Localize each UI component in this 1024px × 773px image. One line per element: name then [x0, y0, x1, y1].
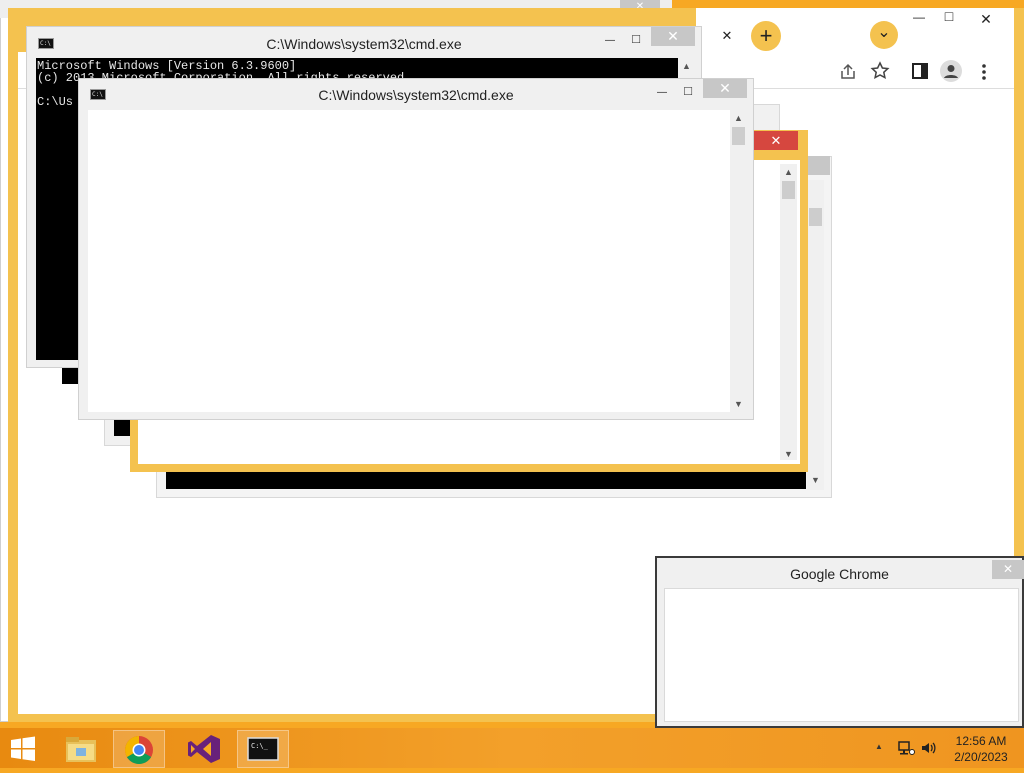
cmd-window-1-console-corner [62, 368, 78, 384]
google-chrome-dialog-title: Google Chrome [790, 566, 889, 582]
yellow-frame-scrollbar-thumb[interactable] [782, 181, 795, 199]
volume-icon[interactable] [920, 740, 938, 756]
new-tab-button[interactable]: + [751, 21, 781, 51]
menu-icon[interactable] [976, 62, 992, 82]
chrome-icon [125, 736, 153, 764]
cmd-window-2-scrollbar[interactable]: ▲ ▼ [730, 110, 747, 412]
chevron-down-icon: ⌄ [877, 24, 891, 41]
cmd-window-2-maximize-button[interactable]: □ [673, 81, 703, 101]
cmd-window-2-close-button[interactable]: ✕ [703, 79, 747, 98]
yellow-frame-scroll-up-arrow[interactable]: ▲ [780, 164, 797, 180]
network-icon[interactable] [897, 740, 915, 756]
cmd-window-2-scroll-down-arrow[interactable]: ▼ [730, 396, 747, 412]
side-panel-icon[interactable] [911, 62, 929, 80]
new-tab-icon: + [759, 23, 773, 48]
chrome-maximize-button[interactable]: □ [934, 8, 964, 28]
cmd-window-2-console [88, 110, 730, 412]
taskbar: C:\_ ▲ 12:56 AM 2/20/2023 [0, 728, 1024, 768]
taskbar-chrome[interactable] [113, 730, 165, 768]
google-chrome-dialog: Google Chrome ✕ [655, 556, 1024, 728]
yellow-frame-scroll-down-arrow[interactable]: ▼ [780, 446, 797, 462]
profile-icon[interactable] [940, 60, 962, 82]
yellow-frame-scrollbar[interactable]: ▲ ▼ [780, 164, 797, 460]
google-chrome-dialog-close-button[interactable]: ✕ [992, 560, 1024, 579]
windows-logo-icon [11, 736, 35, 761]
cmd-window-2-scrollbar-thumb[interactable] [732, 127, 745, 145]
ghost-scrollbar-thumb[interactable] [809, 208, 822, 226]
chrome-close-button[interactable]: ✕ [964, 8, 1008, 30]
ghost-scroll-down-arrow[interactable]: ▼ [807, 472, 824, 488]
ghost-close-button[interactable] [806, 156, 830, 175]
share-icon[interactable] [838, 62, 858, 82]
cmd-window-1-close-button[interactable]: ✕ [651, 27, 695, 46]
taskbar-visual-studio[interactable] [178, 730, 230, 768]
clock-time[interactable]: 12:56 AM [944, 734, 1018, 748]
cmd-window-2-scroll-up-arrow[interactable]: ▲ [730, 110, 747, 126]
taskbar-file-explorer[interactable] [56, 730, 108, 768]
console-line-4: C:\Us [37, 95, 74, 109]
ghost-console-strip [166, 472, 806, 489]
chrome-minimize-button[interactable]: — [904, 10, 934, 30]
clock-date[interactable]: 2/20/2023 [944, 750, 1018, 764]
cmd-icon: C:\_ [247, 737, 279, 761]
ghost-scrollbar[interactable]: ▼ [807, 180, 824, 490]
cmd-window-1-scroll-up-arrow[interactable]: ▲ [678, 58, 695, 74]
star-icon[interactable] [870, 61, 890, 81]
visual-studio-icon [188, 735, 220, 763]
start-button[interactable] [8, 734, 38, 764]
cmd-window-1-maximize-button[interactable]: □ [621, 29, 651, 49]
file-explorer-icon [66, 737, 96, 762]
cmd-window-2: C:\ C:\Windows\system32\cmd.exe — □ ✕ ▲ … [78, 78, 754, 420]
taskbar-cmd[interactable]: C:\_ [237, 730, 289, 768]
google-chrome-dialog-content [664, 588, 1019, 722]
yellow-frame-close-button[interactable]: ✕ [754, 131, 798, 150]
tab-close-button[interactable]: ✕ [717, 26, 737, 46]
tab-search-button[interactable]: ⌄ [870, 21, 898, 49]
svg-text:C:\_: C:\_ [251, 742, 269, 750]
tray-show-hidden-icons[interactable]: ▲ [875, 742, 883, 751]
